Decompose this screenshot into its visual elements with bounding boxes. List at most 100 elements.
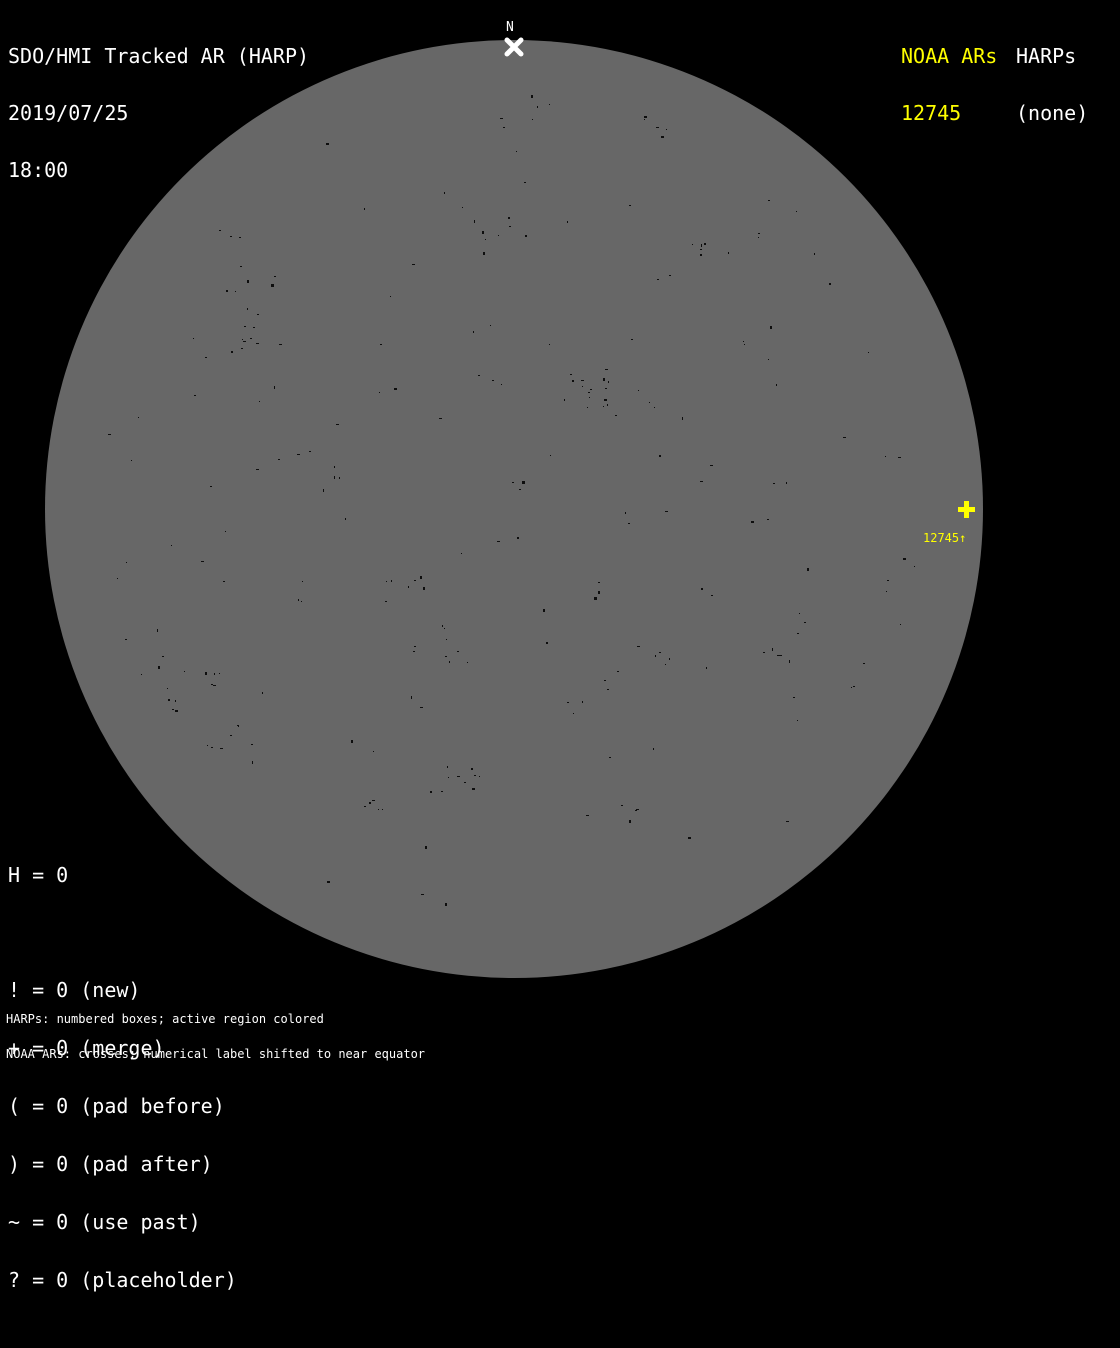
noise-speckle: [588, 392, 590, 393]
noise-speckle: [326, 143, 329, 145]
noise-speckle: [247, 308, 248, 310]
noise-speckle: [773, 483, 775, 484]
noise-speckle: [770, 326, 772, 329]
counters-block: H = 0 ! = 0 (new) + = 0 (merge) ( = 0 (p…: [8, 827, 237, 1348]
noise-speckle: [604, 680, 606, 681]
noise-speckle: [532, 119, 533, 120]
noise-speckle: [608, 381, 609, 383]
noise-speckle: [467, 662, 468, 663]
noise-speckle: [231, 351, 233, 353]
noise-speckle: [914, 566, 915, 567]
noise-speckle: [807, 568, 809, 571]
noise-speckle: [262, 692, 263, 694]
noise-speckle: [336, 424, 339, 425]
noise-speckle: [421, 894, 424, 895]
noise-speckle: [519, 489, 521, 490]
noise-speckle: [473, 331, 474, 333]
noise-speckle: [243, 341, 246, 342]
noise-speckle: [256, 343, 259, 344]
noise-speckle: [205, 357, 207, 358]
footer-note-harps: HARPs: numbered boxes; active region col…: [6, 1012, 324, 1027]
noise-speckle: [278, 459, 280, 460]
noise-speckle: [512, 482, 514, 483]
noise-speckle: [274, 276, 276, 277]
noise-speckle: [157, 629, 158, 632]
noise-speckle: [474, 220, 475, 223]
noise-speckle: [479, 776, 480, 777]
noise-speckle: [379, 392, 380, 393]
counter-line-placeholder: ? = 0 (placeholder): [8, 1267, 237, 1292]
noise-speckle: [525, 235, 527, 237]
noise-speckle: [158, 666, 160, 669]
noise-speckle: [706, 667, 707, 669]
noise-speckle: [780, 655, 782, 656]
noise-speckle: [251, 744, 253, 745]
north-pole-x-icon: [503, 36, 525, 58]
noise-speckle: [235, 291, 236, 292]
noise-speckle: [666, 129, 667, 130]
noise-speckle: [253, 327, 255, 328]
footer-note-noaa: NOAA ARs: crosses; numerical label shift…: [6, 1046, 426, 1061]
noise-speckle: [516, 151, 517, 152]
noise-speckle: [490, 325, 491, 326]
noise-speckle: [339, 477, 340, 479]
noise-speckle: [240, 266, 242, 267]
noise-speckle: [768, 200, 770, 201]
noise-speckle: [763, 652, 765, 653]
noise-speckle: [898, 457, 901, 458]
noise-speckle: [598, 582, 600, 583]
noise-speckle: [220, 748, 223, 749]
counter-line-use-past: ~ = 0 (use past): [8, 1209, 201, 1234]
noise-speckle: [162, 656, 164, 657]
noise-speckle: [271, 284, 274, 287]
noise-speckle: [603, 378, 605, 381]
noise-speckle: [298, 599, 299, 601]
noise-speckle: [594, 597, 597, 600]
noise-speckle: [226, 290, 228, 292]
noise-speckle: [242, 339, 243, 340]
noise-speckle: [531, 95, 533, 98]
noise-speckle: [659, 455, 661, 457]
noise-speckle: [572, 380, 574, 382]
noise-speckle: [471, 768, 473, 770]
noise-speckle: [474, 775, 476, 776]
noise-speckle: [492, 380, 494, 381]
noise-speckle: [446, 639, 447, 640]
noise-speckle: [423, 587, 425, 590]
noise-speckle: [793, 697, 795, 698]
noise-speckle: [799, 613, 800, 614]
noise-speckle: [425, 846, 427, 849]
noise-speckle: [439, 418, 442, 419]
noise-speckle: [420, 707, 423, 708]
noise-speckle: [635, 810, 637, 811]
noise-speckle: [590, 389, 592, 390]
noise-speckle: [464, 782, 466, 783]
noise-speckle: [498, 235, 499, 236]
harps-value: (none): [1016, 101, 1089, 125]
noise-speckle: [744, 344, 745, 345]
noise-speckle: [570, 374, 572, 375]
noise-speckle: [605, 369, 608, 370]
noise-speckle: [126, 562, 127, 563]
noise-speckle: [274, 386, 275, 389]
noise-speckle: [711, 595, 713, 596]
noise-speckle: [609, 757, 611, 758]
noise-speckle: [503, 127, 505, 128]
noise-speckle: [225, 531, 226, 532]
counter-line-pad-after: ) = 0 (pad after): [8, 1151, 213, 1176]
noaa-ars-value: 12745: [901, 101, 962, 125]
noise-speckle: [391, 580, 392, 582]
noise-speckle: [210, 486, 212, 487]
noise-speckle: [230, 236, 232, 237]
noise-speckle: [219, 230, 221, 231]
noaa-ars-header: NOAA ARs: [901, 44, 998, 68]
noise-speckle: [786, 821, 789, 822]
noise-speckle: [621, 805, 623, 806]
noise-speckle: [334, 466, 335, 468]
noise-speckle: [564, 399, 565, 401]
harp-count-line: H = 0: [8, 862, 69, 887]
noise-speckle: [814, 253, 815, 255]
noise-speckle: [655, 655, 656, 657]
noise-speckle: [829, 283, 831, 285]
noise-speckle: [567, 702, 569, 703]
